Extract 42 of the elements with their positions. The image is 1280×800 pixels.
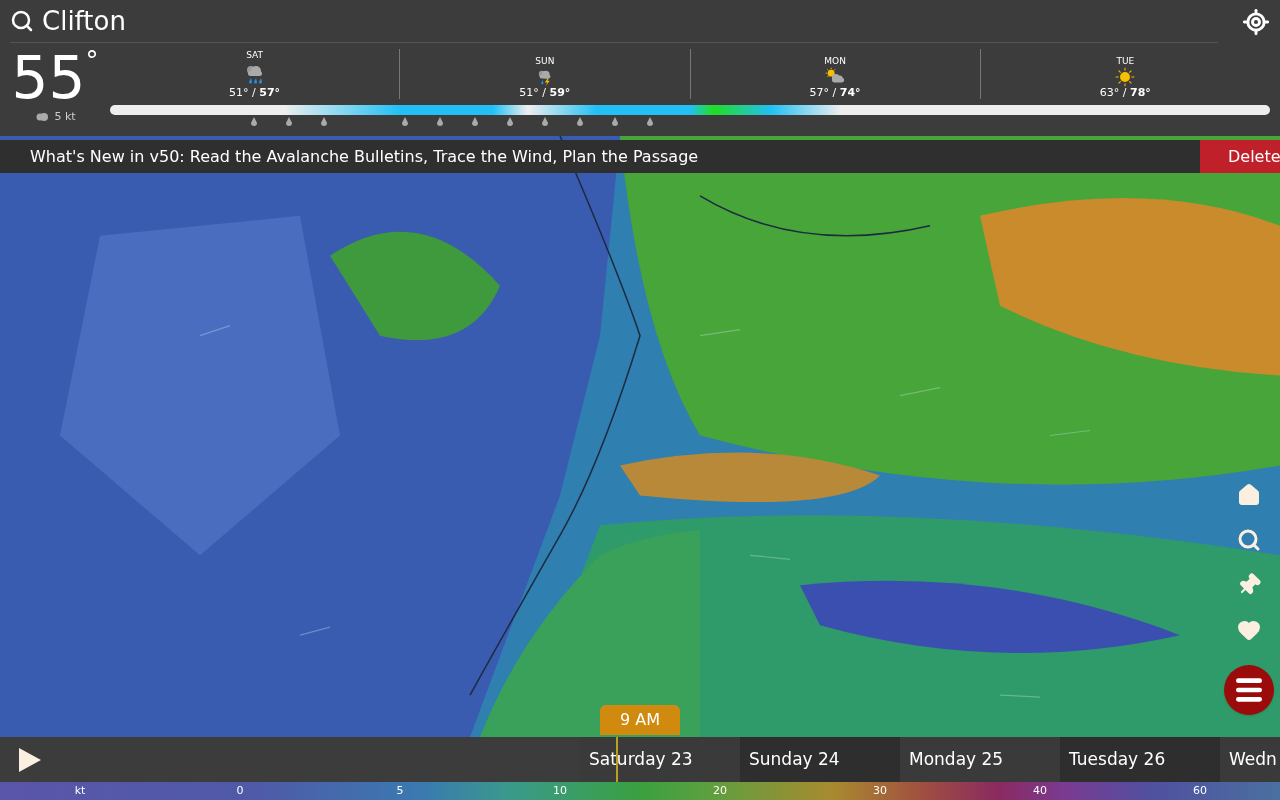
- legend-unit: kt: [73, 782, 87, 799]
- play-icon: [19, 747, 41, 772]
- wind-speed: 5 kt: [54, 109, 76, 125]
- legend-tick: 10: [552, 782, 568, 799]
- search-icon: [10, 9, 34, 33]
- cloud-icon: [34, 112, 51, 123]
- current-temperature: 55: [11, 47, 86, 109]
- degree-sign: °: [85, 47, 99, 75]
- raindrop-icon: [576, 117, 584, 127]
- locate-button[interactable]: [1242, 7, 1270, 36]
- legend-tick: 30: [872, 782, 888, 799]
- temperature-range: 51° / 57°: [229, 87, 281, 99]
- delete-button[interactable]: Delete: [1200, 140, 1280, 173]
- day-label: TUE: [1116, 55, 1135, 67]
- temperature-range: 63° / 78°: [1099, 87, 1151, 99]
- heart-icon: [1237, 618, 1261, 642]
- raindrop-icon: [541, 117, 549, 127]
- temperature-range: 57° / 74°: [809, 87, 861, 99]
- raindrop-icon: [646, 117, 654, 127]
- legend-tick: 20: [712, 782, 728, 799]
- time-bubble: 9 AM: [600, 705, 680, 735]
- legend-tick: 0: [235, 782, 245, 799]
- day-label: MON: [824, 55, 846, 67]
- raindrop-icon: [471, 117, 479, 127]
- raindrop-icon: [506, 117, 514, 127]
- raindrop-icon: [250, 117, 258, 127]
- legend-tick: 40: [1032, 782, 1048, 799]
- day-label: SAT: [246, 49, 264, 61]
- day-label: SUN: [535, 55, 555, 67]
- raindrop-icon: [401, 117, 409, 127]
- raindrop-icon: [436, 117, 444, 127]
- day-tab[interactable]: Sunday 24: [740, 737, 900, 782]
- search-field[interactable]: Clifton: [10, 0, 1218, 43]
- temperature-range: 51° / 59°: [519, 87, 571, 99]
- raindrop-icon: [320, 117, 328, 127]
- banner-text: What's New in v50: Read the Avalanche Bulletins, Trace the Wind, Plan the Passage: [29, 145, 700, 168]
- day-tab[interactable]: Tuesday 26: [1060, 737, 1220, 782]
- legend-tick: 5: [395, 782, 405, 799]
- raindrop-icon: [285, 117, 293, 127]
- raindrop-icon: [611, 117, 619, 127]
- search-icon: [1237, 528, 1261, 552]
- legend-tick: 60: [1192, 782, 1208, 799]
